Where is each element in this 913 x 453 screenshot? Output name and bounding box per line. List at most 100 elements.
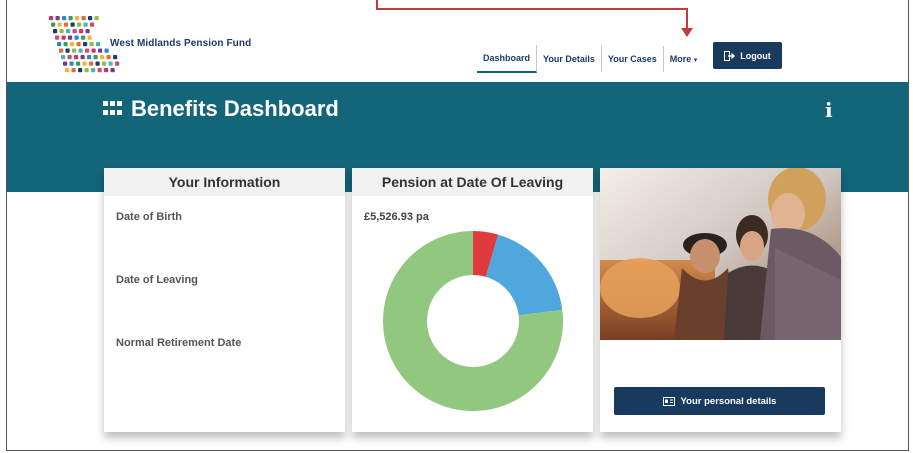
logo-dot xyxy=(80,55,85,60)
logo-dot xyxy=(68,16,73,21)
pension-card-title: Pension at Date Of Leaving xyxy=(352,168,593,196)
logo-dot xyxy=(87,35,92,40)
annotation-line-horizontal xyxy=(376,8,688,10)
logo-dot xyxy=(97,68,102,73)
logo-dot xyxy=(62,16,67,21)
logo-dot xyxy=(104,48,109,53)
logo-dot xyxy=(68,35,73,40)
nav-dashboard[interactable]: Dashboard xyxy=(477,45,538,73)
info-icon[interactable]: i xyxy=(825,98,833,122)
logo-dot xyxy=(77,22,82,27)
logout-button[interactable]: Logout xyxy=(713,42,782,69)
logo-dot xyxy=(51,22,56,27)
logo-dot xyxy=(69,61,74,66)
annotation-arrow-icon xyxy=(681,28,693,37)
logo-dot xyxy=(91,48,96,53)
logo-dot xyxy=(84,68,89,73)
logo-dot xyxy=(79,29,84,34)
browser-frame: West Midlands Pension Fund Dashboard You… xyxy=(6,0,909,451)
logo-dot xyxy=(55,16,60,21)
people-photo xyxy=(600,168,841,340)
logout-label: Logout xyxy=(740,50,771,61)
logo-dot xyxy=(65,68,70,73)
logo-dot xyxy=(85,48,90,53)
logo-dot xyxy=(64,22,69,27)
logo-dot xyxy=(59,48,64,53)
personal-details-label: Your personal details xyxy=(680,395,777,407)
logo-dot xyxy=(89,42,94,47)
logo-dot xyxy=(83,22,88,27)
logo-dot xyxy=(74,55,79,60)
annotation-line-drop xyxy=(686,8,688,30)
logo-dot xyxy=(93,55,98,60)
page-title-text: Benefits Dashboard xyxy=(131,96,339,121)
pension-card: Pension at Date Of Leaving £5,526.93 pa xyxy=(352,168,593,432)
logo-dot xyxy=(95,61,100,66)
logo-dot xyxy=(113,55,118,60)
logo-dot xyxy=(55,35,60,40)
logo-dot xyxy=(76,42,81,47)
logo-dot xyxy=(61,55,66,60)
logout-icon xyxy=(724,50,736,61)
logo-dot xyxy=(102,61,107,66)
logo-dot xyxy=(78,68,83,73)
logo-dot xyxy=(87,55,92,60)
logo-dot xyxy=(98,48,103,53)
pension-donut-chart xyxy=(383,231,563,411)
logo-dot xyxy=(61,35,66,40)
logo-dot xyxy=(94,16,99,21)
logo-dot xyxy=(81,16,86,21)
logo-dot xyxy=(65,48,70,53)
nav-your-details[interactable]: Your Details xyxy=(537,46,602,72)
pension-value: £5,526.93 pa xyxy=(364,211,429,223)
logo-dot xyxy=(74,35,79,40)
logo-dot xyxy=(70,42,75,47)
date-of-leaving-label: Date of Leaving xyxy=(116,274,198,286)
personal-details-card: Your personal details xyxy=(600,168,841,432)
brand-name: West Midlands Pension Fund xyxy=(110,38,252,49)
main-nav: Dashboard Your Details Your Cases More ▾ xyxy=(477,44,703,74)
logo-dot xyxy=(108,61,113,66)
your-personal-details-button[interactable]: Your personal details xyxy=(614,387,825,415)
page-title: Benefits Dashboard xyxy=(103,96,339,122)
logo-dot xyxy=(57,22,62,27)
logo-dot xyxy=(59,29,64,34)
id-card-icon xyxy=(662,396,675,406)
logo-dot xyxy=(76,61,81,66)
logo-dot xyxy=(85,29,90,34)
nav-more-dropdown[interactable]: More ▾ xyxy=(664,46,704,72)
logo-dot xyxy=(72,29,77,34)
logo-dot xyxy=(71,68,76,73)
logo-dot xyxy=(82,61,87,66)
caret-down-icon: ▾ xyxy=(693,57,698,64)
your-information-title: Your Information xyxy=(104,168,345,196)
logo-dot xyxy=(81,35,86,40)
logo-dot xyxy=(110,68,115,73)
donut-hole xyxy=(427,275,519,367)
logo-dot xyxy=(75,16,80,21)
logo-dot xyxy=(96,42,101,47)
date-of-birth-label: Date of Birth xyxy=(116,211,182,223)
logo-dot xyxy=(91,68,96,73)
logo-dot xyxy=(70,22,75,27)
logo-dot xyxy=(88,16,93,21)
logo-dot xyxy=(53,29,58,34)
logo-dot xyxy=(63,61,68,66)
logo-dot xyxy=(100,55,105,60)
logo-dot xyxy=(49,16,54,21)
logo-dot xyxy=(106,55,111,60)
logo-dot xyxy=(83,42,88,47)
logo-dot xyxy=(57,42,62,47)
logo-dot xyxy=(63,42,68,47)
logo-dot xyxy=(89,61,94,66)
logo-dot xyxy=(72,48,77,53)
normal-retirement-date-label: Normal Retirement Date xyxy=(116,337,242,349)
nav-more-label: More xyxy=(669,54,692,64)
nav-your-cases[interactable]: Your Cases xyxy=(602,46,664,72)
logo-dot xyxy=(67,55,72,60)
logo-dot xyxy=(104,68,109,73)
grid-icon xyxy=(103,101,123,117)
your-information-card: Your Information Date of Birth Date of L… xyxy=(104,168,345,432)
logo-dot xyxy=(66,29,71,34)
logo-dot xyxy=(115,61,120,66)
